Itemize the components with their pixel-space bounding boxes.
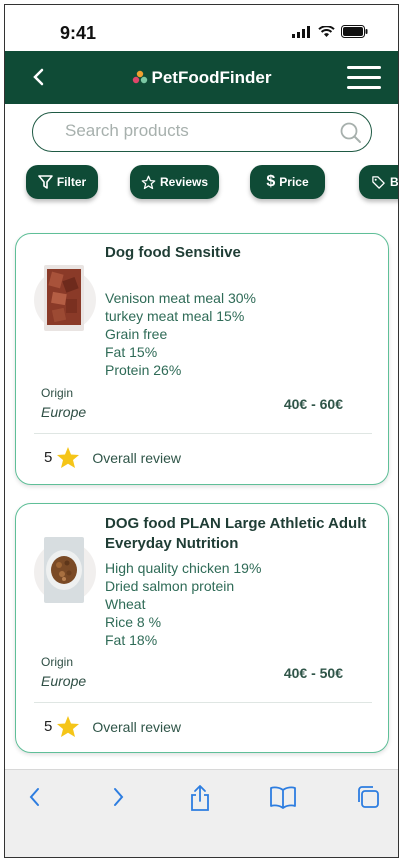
reviews-chip[interactable]: Reviews [130,165,219,199]
bookmarks-icon[interactable] [269,784,297,810]
ingredient: High quality chicken 19% [105,560,262,576]
status-icons [292,25,368,38]
rating-value: 5 [44,718,53,735]
rating-value: 5 [44,449,53,466]
status-time: 9:41 [60,23,97,43]
price-range: 40€ - 50€ [283,665,343,681]
ingredient-list: Venison meat meal 30% turkey meat meal 1… [105,289,256,379]
star-icon [57,716,80,737]
ingredient: Protein 26% [105,362,182,378]
browser-toolbar [5,769,398,857]
product-image-frame [34,537,96,603]
ingredient: Wheat [105,596,146,612]
filter-chip[interactable]: Filter [26,165,98,199]
product-name[interactable]: Dog food Sensitive [105,243,375,263]
brand-chip[interactable]: B [359,165,399,199]
chip-label-reviews: Reviews [159,175,209,189]
chip-label-brand: B [390,175,399,189]
tag-icon [372,175,385,189]
origin-label: Origin [41,655,74,669]
price-chip[interactable]: $ Price [250,165,325,199]
product-image [44,265,84,331]
rating-row: 5 Overall review [44,715,181,738]
rating-label: Overall review [92,718,182,735]
product-card[interactable]: Dog food Sensitive Venison meat meal 30%… [15,233,389,485]
tabs-icon[interactable] [355,784,381,810]
status-bar: 9:41 [5,5,398,51]
dollar-icon: $ [266,173,276,190]
rating-label: Overall review [92,449,182,466]
app-title: PetFoodFinder [151,67,272,87]
divider [34,433,372,434]
back-icon[interactable] [29,63,49,91]
divider [34,702,372,703]
product-image [44,537,84,603]
chip-label-filter: Filter [56,175,87,189]
search-bar [32,112,372,152]
signal-icon [292,25,310,38]
product-image-frame [34,265,96,331]
browser-back-icon[interactable] [25,784,45,810]
star-icon [57,447,80,468]
search-input[interactable] [65,113,325,149]
ingredient: Grain free [105,326,168,342]
price-range: 40€ - 60€ [283,396,343,412]
origin-value: Europe [41,404,87,420]
origin-value: Europe [41,673,87,689]
logo-icon [132,70,147,83]
rating-row: 5 Overall review [44,446,181,469]
browser-forward-icon[interactable] [108,784,128,810]
ingredient: Venison meat meal 30% [105,290,256,306]
star-outline-icon [141,175,156,189]
phone-screen: 9:41 PetFoodFinder Search products Filte… [4,4,399,858]
funnel-icon [38,175,53,189]
ingredient: turkey meat meal 15% [105,308,245,324]
hamburger-menu-icon[interactable] [347,66,381,90]
app-logo: PetFoodFinder [132,67,272,88]
chip-label-price: Price [279,175,309,189]
ingredient-list: High quality chicken 19% Dried salmon pr… [105,559,261,649]
battery-icon [341,25,368,38]
ingredient: Fat 18% [105,632,158,648]
filter-chips: Filter Reviews $ Price B [26,165,399,201]
product-name[interactable]: DOG food PLAN Large Athletic Adult Every… [105,514,375,554]
search-icon[interactable] [340,122,362,144]
product-card[interactable]: DOG food PLAN Large Athletic Adult Every… [15,503,389,753]
ingredient: Rice 8 % [105,614,162,630]
wifi-icon [318,25,335,37]
ingredient: Dried salmon protein [105,578,235,594]
app-header: PetFoodFinder [5,51,398,104]
origin-label: Origin [41,386,74,400]
ingredient: Fat 15% [105,344,158,360]
share-icon[interactable] [188,784,212,812]
